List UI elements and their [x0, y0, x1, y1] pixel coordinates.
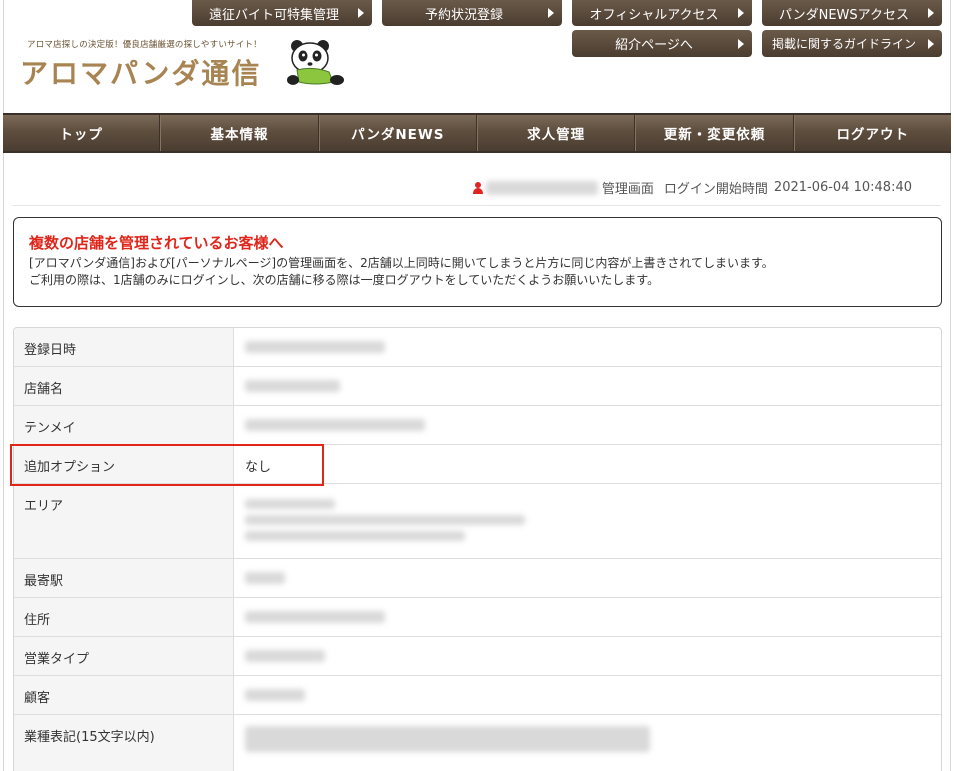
- table-row: 店舗名: [14, 367, 941, 406]
- redacted-value: [245, 689, 305, 701]
- notice-line-2: ご利用の際は、1店舗のみにログインし、次の店舗に移る際は一度ログアウトをしていた…: [29, 273, 660, 287]
- arrow-right-icon: [358, 8, 364, 18]
- panda-news-access-label: パンダNEWSアクセス: [778, 7, 910, 23]
- table-row: 営業タイプ: [14, 637, 941, 676]
- guideline-label: 掲載に関するガイドライン: [771, 37, 916, 51]
- row-value: [234, 676, 941, 714]
- store-info-table: 登録日時 店舗名 テンメイ 追加オプション なし エリア 最寄駅 住所 営業タイ…: [13, 327, 942, 771]
- table-row: エリア: [14, 484, 941, 559]
- official-access-button[interactable]: オフィシャルアクセス: [572, 0, 752, 26]
- expedition-job-button[interactable]: 遠征バイト可特集管理: [192, 0, 372, 26]
- nav-panda-news[interactable]: パンダNEWS: [318, 115, 477, 151]
- table-row: 業種表記(15文字以内): [14, 715, 941, 771]
- login-start-time: 2021-06-04 10:48:40: [773, 180, 912, 195]
- expedition-job-label: 遠征バイト可特集管理: [208, 7, 339, 23]
- row-label: テンメイ: [14, 406, 234, 444]
- row-value: [234, 406, 941, 444]
- arrow-right-icon: [928, 38, 934, 49]
- nav-logout[interactable]: ログアウト: [793, 115, 951, 151]
- redacted-value: [245, 531, 465, 541]
- industry-label-input[interactable]: [245, 726, 650, 752]
- row-label: 最寄駅: [14, 559, 234, 597]
- reservation-status-label: 予約状況登録: [424, 7, 503, 23]
- notice-line-1: [アロマパンダ通信]および[パーソナルページ]の管理画面を、2店舗以上同時に開い…: [29, 256, 774, 270]
- redacted-store-name: [485, 180, 598, 195]
- row-value: [234, 598, 941, 636]
- redacted-value: [245, 611, 385, 623]
- reservation-status-button[interactable]: 予約状況登録: [382, 0, 562, 26]
- redacted-value: [245, 515, 525, 525]
- panda-mascot-icon: [287, 40, 344, 85]
- nav-basic-info[interactable]: 基本情報: [160, 115, 319, 151]
- login-start-label: ログイン開始時間: [663, 182, 768, 197]
- intro-page-label: 紹介ページへ: [615, 38, 693, 53]
- table-row: 登録日時: [14, 328, 941, 367]
- redacted-value: [245, 499, 335, 509]
- arrow-right-icon: [928, 8, 934, 18]
- table-row: 顧客: [14, 676, 941, 715]
- row-label: 住所: [14, 598, 234, 636]
- arrow-right-icon: [548, 8, 554, 18]
- redacted-value: [245, 419, 425, 431]
- row-label: 追加オプション: [14, 445, 234, 483]
- table-row: 住所: [14, 598, 941, 637]
- row-value: [234, 367, 941, 405]
- intro-page-button[interactable]: 紹介ページへ: [572, 30, 752, 57]
- login-info: 管理画面 ログイン開始時間 2021-06-04 10:48:40: [472, 178, 912, 197]
- row-label: 店舗名: [14, 367, 234, 405]
- row-value: [234, 637, 941, 675]
- official-access-label: オフィシャルアクセス: [589, 7, 719, 23]
- row-label: 営業タイプ: [14, 637, 234, 675]
- table-row: テンメイ: [14, 406, 941, 445]
- redacted-value: [245, 341, 385, 353]
- redacted-value: [245, 650, 325, 662]
- nav-top[interactable]: トップ: [3, 115, 161, 151]
- row-value: [234, 484, 941, 558]
- row-value: [234, 715, 941, 771]
- row-label: エリア: [14, 484, 234, 558]
- redacted-value: [245, 380, 340, 392]
- user-icon: [472, 181, 483, 194]
- table-row: 追加オプション なし: [14, 445, 941, 484]
- guideline-button[interactable]: 掲載に関するガイドライン: [762, 30, 942, 57]
- table-row: 最寄駅: [14, 559, 941, 598]
- row-value: [234, 559, 941, 597]
- additional-option-value: なし: [245, 460, 272, 475]
- panda-news-access-button[interactable]: パンダNEWSアクセス: [762, 0, 942, 26]
- notice-title: 複数の店舗を管理されているお客様へ: [29, 234, 284, 252]
- row-label: 登録日時: [14, 328, 234, 366]
- row-value: [234, 328, 941, 366]
- nav-job-management[interactable]: 求人管理: [476, 115, 636, 151]
- redacted-value: [245, 572, 285, 584]
- main-nav: トップ 基本情報 パンダNEWS 求人管理 更新・変更依頼 ログアウト: [3, 113, 951, 153]
- row-label: 顧客: [14, 676, 234, 714]
- nav-update-request[interactable]: 更新・変更依頼: [635, 115, 794, 151]
- admin-screen-label: 管理画面: [601, 182, 654, 197]
- multi-store-notice: 複数の店舗を管理されているお客様へ [アロマパンダ通信]および[パーソナルページ…: [13, 217, 942, 307]
- row-label: 業種表記(15文字以内): [14, 715, 234, 771]
- logo-tagline: アロマ店探しの決定版！優良店舗厳選の探しやすいサイト！: [27, 40, 262, 50]
- arrow-right-icon: [738, 38, 744, 49]
- arrow-right-icon: [738, 8, 744, 18]
- site-logo-title[interactable]: アロマパンダ通信: [20, 52, 261, 92]
- divider: [13, 205, 941, 206]
